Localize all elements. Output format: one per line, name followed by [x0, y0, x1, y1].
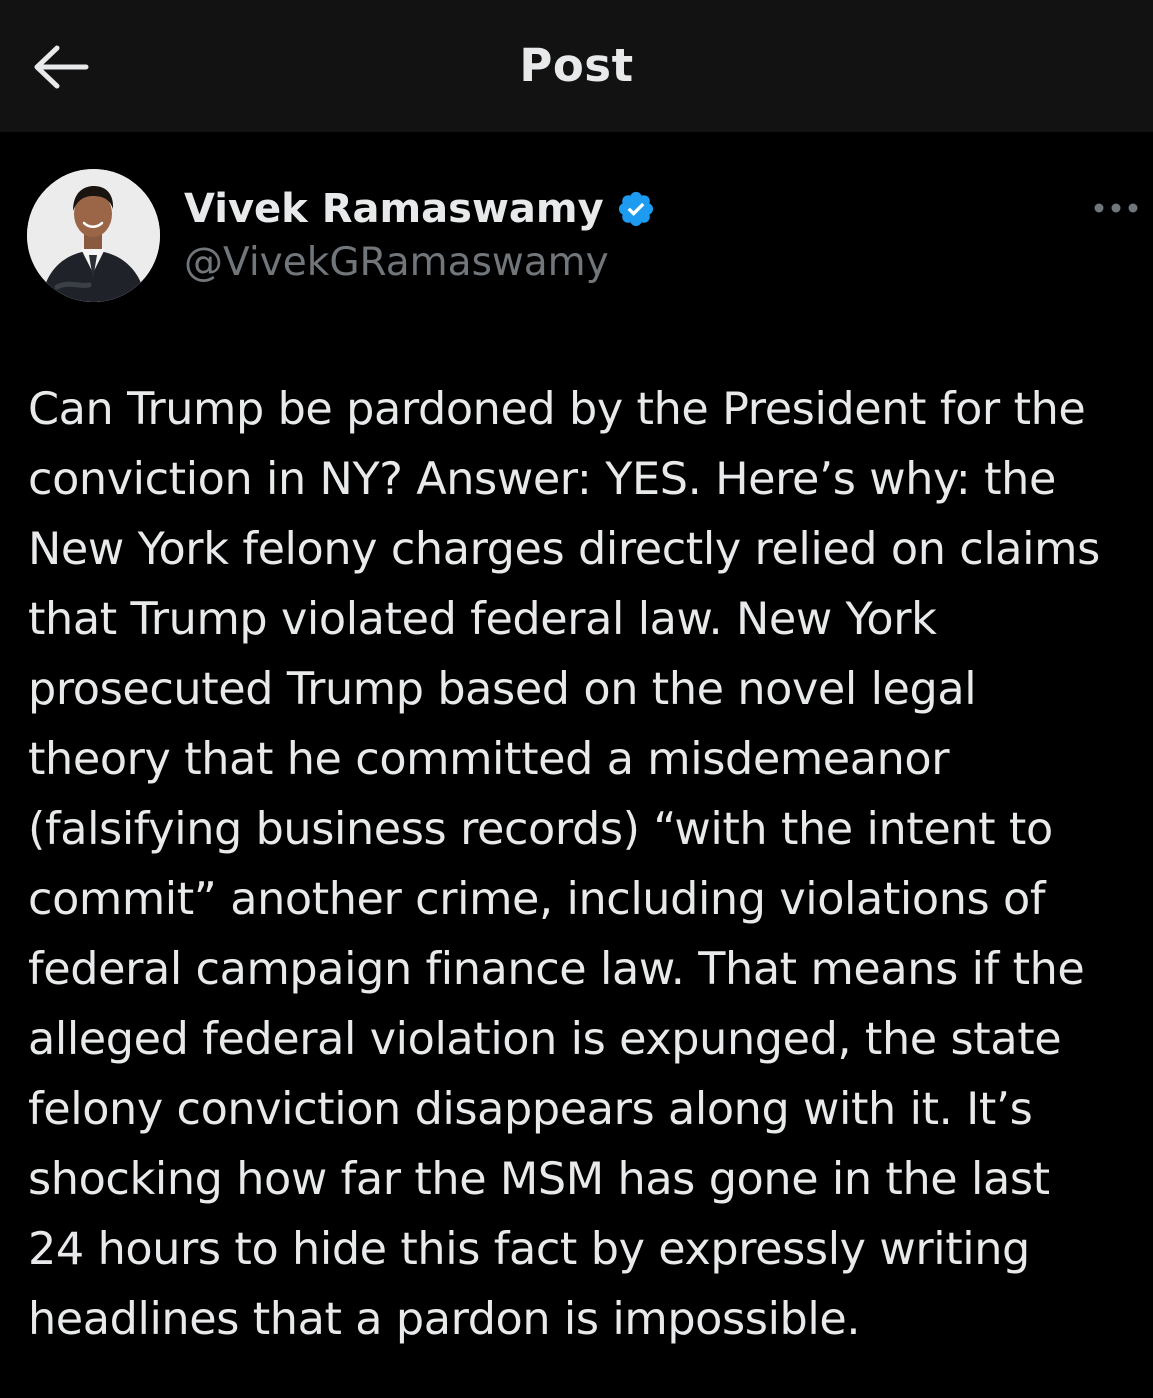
verified-badge-icon — [616, 189, 656, 229]
author-display-name: Vivek Ramaswamy — [184, 186, 604, 232]
post-text: Can Trump be pardoned by the President f… — [28, 384, 1100, 1345]
author-handle[interactable]: @VivekGRamaswamy — [184, 237, 609, 289]
author-name-row[interactable]: Vivek Ramaswamy — [184, 183, 656, 235]
profile-photo — [27, 169, 160, 302]
page-title: Post — [519, 39, 634, 92]
more-options-button[interactable] — [1088, 192, 1144, 224]
avatar[interactable] — [27, 169, 160, 302]
more-horizontal-icon — [1094, 203, 1138, 213]
top-bar: Post — [0, 0, 1153, 132]
